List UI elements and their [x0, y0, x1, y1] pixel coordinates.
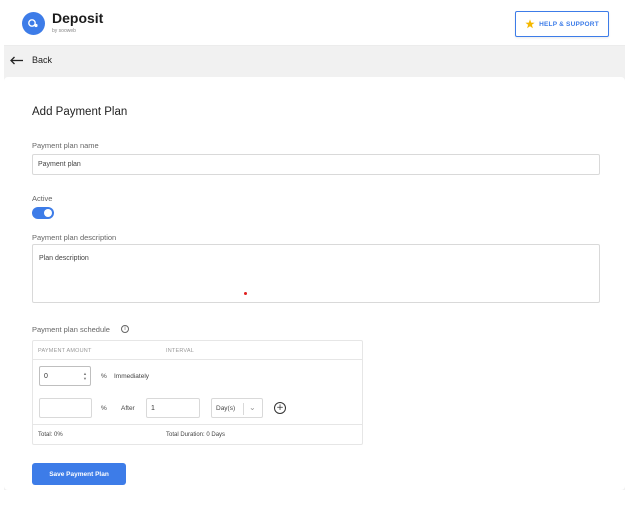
- amount-input-row1[interactable]: 0 ▲ ▼: [39, 366, 91, 386]
- schedule-footer: Total: 0% Total Duration: 0 Days: [33, 424, 362, 445]
- header-interval: INTERVAL: [166, 348, 194, 354]
- percent-sign-row1: %: [101, 373, 107, 380]
- after-label: After: [121, 405, 135, 412]
- save-payment-plan-button[interactable]: Save Payment Plan: [32, 463, 126, 485]
- star-icon: [525, 19, 535, 29]
- select-divider: [243, 403, 244, 415]
- toggle-knob: [44, 209, 52, 217]
- after-value-input[interactable]: 1: [146, 398, 200, 418]
- schedule-table: PAYMENT AMOUNT INTERVAL 0 ▲ ▼ % Immediate…: [32, 340, 363, 445]
- active-label: Active: [32, 194, 53, 203]
- active-toggle[interactable]: [32, 207, 54, 219]
- total-duration: Total Duration: 0 Days: [166, 432, 226, 438]
- cursor-dot: [244, 292, 247, 295]
- back-link[interactable]: Back: [10, 55, 52, 65]
- plan-name-label: Payment plan name: [32, 141, 99, 150]
- back-bar: Back: [4, 46, 625, 77]
- schedule-label: Payment plan schedule: [32, 325, 110, 334]
- form-card-wrapper: Add Payment Plan Payment plan name Payme…: [4, 77, 625, 490]
- interval-immediately: Immediately: [114, 373, 150, 380]
- logo-icon: [22, 12, 45, 35]
- interval-unit-value: Day(s): [216, 405, 236, 412]
- help-support-label: HELP & SUPPORT: [539, 20, 599, 28]
- interval-unit-select[interactable]: Day(s) ⌄: [211, 398, 263, 418]
- chevron-down-icon: ⌄: [249, 403, 256, 412]
- app-subtitle: by sooweb: [52, 28, 76, 34]
- app-name: Deposit: [52, 10, 104, 26]
- amount-input-row2[interactable]: [39, 398, 92, 418]
- add-row-icon[interactable]: +: [274, 402, 286, 414]
- description-textarea[interactable]: Plan description: [32, 244, 600, 303]
- arrow-left-icon: [10, 56, 23, 64]
- description-label: Payment plan description: [32, 233, 117, 242]
- plan-name-input[interactable]: Payment plan: [32, 154, 600, 175]
- amount-value-row1: 0: [44, 372, 48, 380]
- help-support-button[interactable]: HELP & SUPPORT: [515, 11, 609, 37]
- top-bar: Deposit by sooweb HELP & SUPPORT: [4, 4, 625, 46]
- back-label: Back: [32, 55, 53, 65]
- spinner-icon[interactable]: ▲ ▼: [83, 371, 87, 381]
- header-payment-amount: PAYMENT AMOUNT: [38, 348, 92, 354]
- total-percent: Total: 0%: [38, 432, 63, 438]
- schedule-header: PAYMENT AMOUNT INTERVAL: [33, 341, 362, 360]
- form-card: Add Payment Plan Payment plan name Payme…: [4, 77, 625, 490]
- info-icon[interactable]: i: [121, 325, 129, 333]
- page-title: Add Payment Plan: [32, 106, 128, 118]
- percent-sign-row2: %: [101, 405, 107, 412]
